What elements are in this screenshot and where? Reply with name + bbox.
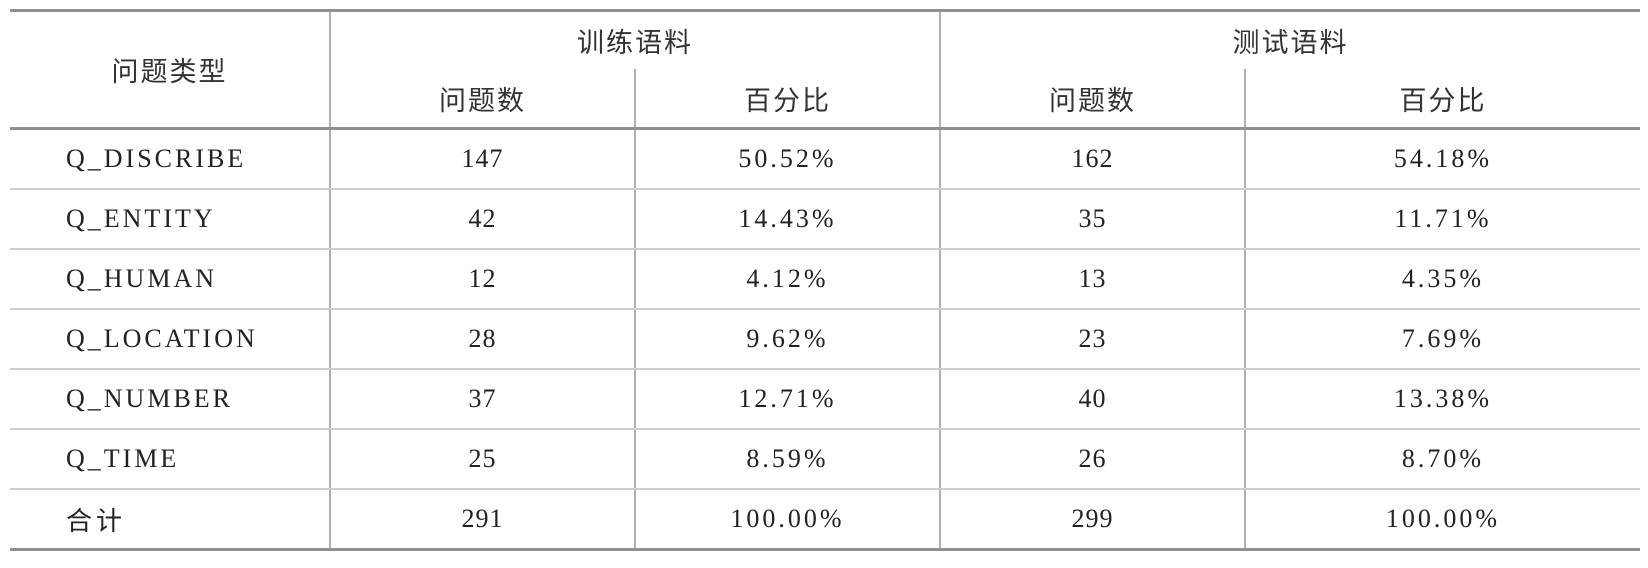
table-row: Q_DISCRIBE 147 50.52% 162 54.18% [10,128,1640,190]
test-count-cell: 162 [939,128,1245,190]
train-count-cell: 37 [329,369,635,430]
question-type-cell: Q_NUMBER [10,369,330,430]
group-header-row: 问题类型 训练语料 测试语料 [10,9,1640,130]
test-total-pct: 100.00% [1244,488,1640,551]
test-group-header: 测试语料 [939,9,1640,69]
train-total-pct: 100.00% [634,488,940,551]
type-column-header: 问题类型 [10,9,330,130]
train-count-header: 问题数 [329,69,635,130]
test-count-header: 问题数 [939,69,1245,130]
question-type-cell: Q_ENTITY [10,189,330,250]
total-row: 合计 291 100.00% 299 100.00% [10,488,1640,551]
test-pct-cell: 4.35% [1244,249,1640,310]
train-pct-cell: 4.12% [634,249,940,310]
train-pct-cell: 12.71% [634,369,940,430]
test-pct-header: 百分比 [1244,69,1640,130]
test-count-cell: 35 [939,189,1245,250]
train-total-count: 291 [329,488,635,551]
test-count-cell: 23 [939,309,1245,370]
test-count-cell: 26 [939,429,1245,490]
train-count-cell: 147 [329,128,635,190]
test-total-count: 299 [939,488,1245,551]
train-pct-cell: 50.52% [634,128,940,190]
train-group-header: 训练语料 [329,9,940,69]
test-count-cell: 40 [939,369,1245,430]
train-pct-header: 百分比 [634,69,940,130]
table-row: Q_TIME 25 8.59% 26 8.70% [10,429,1640,490]
test-pct-cell: 13.38% [1244,369,1640,430]
test-pct-cell: 7.69% [1244,309,1640,370]
total-label: 合计 [10,488,330,551]
train-count-cell: 28 [329,309,635,370]
table-row: Q_ENTITY 42 14.43% 35 11.71% [10,189,1640,250]
train-count-cell: 25 [329,429,635,490]
question-type-cell: Q_LOCATION [10,309,330,370]
test-pct-cell: 54.18% [1244,128,1640,190]
table-row: Q_NUMBER 37 12.71% 40 13.38% [10,369,1640,430]
table-row: Q_HUMAN 12 4.12% 13 4.35% [10,249,1640,310]
train-count-cell: 42 [329,189,635,250]
table-row: Q_LOCATION 28 9.62% 23 7.69% [10,309,1640,370]
question-type-table: 问题类型 训练语料 测试语料 问题数 百分比 问题数 百分比 Q_DISCRIB… [10,9,1640,551]
test-pct-cell: 8.70% [1244,429,1640,490]
train-pct-cell: 14.43% [634,189,940,250]
question-type-cell: Q_HUMAN [10,249,330,310]
question-type-cell: Q_DISCRIBE [10,128,330,190]
question-type-cell: Q_TIME [10,429,330,490]
train-pct-cell: 9.62% [634,309,940,370]
train-pct-cell: 8.59% [634,429,940,490]
train-count-cell: 12 [329,249,635,310]
test-count-cell: 13 [939,249,1245,310]
test-pct-cell: 11.71% [1244,189,1640,250]
